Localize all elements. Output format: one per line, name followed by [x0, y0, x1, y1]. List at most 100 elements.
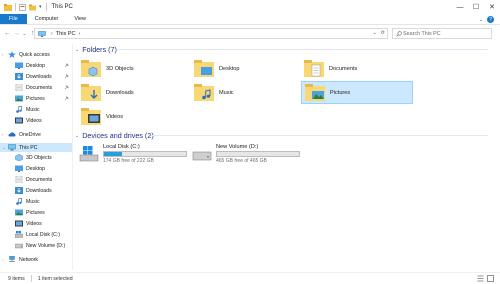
sidebar-item-downloads-pc[interactable]: Downloads: [0, 186, 72, 195]
group-title: Devices and drives (2): [82, 131, 154, 140]
tab-view[interactable]: View: [66, 14, 94, 24]
help-icon[interactable]: ?: [487, 16, 494, 23]
sidebar-item-label: Music: [26, 198, 40, 205]
sidebar-item-this-pc[interactable]: ⌄ This PC: [0, 143, 72, 152]
drive-name: Local Disk (C:): [103, 144, 140, 150]
sidebar-item-local-disk-c[interactable]: Local Disk (C:): [0, 230, 72, 239]
pictures-folder-icon: [15, 209, 23, 216]
sidebar-item-desktop[interactable]: Desktop: [0, 61, 72, 70]
sidebar-item-music-pc[interactable]: Music: [0, 197, 72, 206]
maximize-button[interactable]: ☐: [468, 0, 484, 14]
sidebar-item-3d-objects[interactable]: 3D Objects: [0, 153, 72, 162]
folders-group-header[interactable]: ⌄ Folders (7): [75, 45, 117, 54]
folder-tile-downloads[interactable]: Downloads: [78, 81, 190, 104]
folder-tile-videos[interactable]: Videos: [78, 105, 190, 128]
videos-folder-icon: [81, 107, 101, 125]
sidebar-item-label: Documents: [26, 176, 53, 183]
videos-folder-icon: [15, 117, 23, 124]
sidebar-item-music[interactable]: Music: [0, 105, 72, 114]
sidebar-item-label: This PC: [19, 144, 38, 151]
sidebar-item-desktop-pc[interactable]: Desktop: [0, 164, 72, 173]
music-folder-icon: [194, 83, 214, 101]
new-folder-icon[interactable]: [29, 4, 36, 11]
expand-icon[interactable]: ›: [2, 132, 4, 137]
drive-tile-c[interactable]: Local Disk (C:) 174 GB free of 222 GB: [73, 142, 203, 166]
divider: [151, 135, 488, 136]
folder-tile-music[interactable]: Music: [191, 81, 303, 104]
recent-locations-button[interactable]: ⌄: [21, 28, 28, 39]
tile-label: Pictures: [330, 89, 351, 96]
details-view-icon[interactable]: [477, 275, 484, 282]
sidebar-item-pictures[interactable]: Pictures: [0, 94, 72, 103]
drive-icon: [192, 151, 212, 161]
sidebar-item-onedrive[interactable]: › OneDrive: [0, 130, 72, 139]
address-bar[interactable]: › This PC › ⌄ ⟳: [34, 28, 388, 39]
desktop-folder-icon: [15, 62, 23, 69]
pictures-folder-icon: [15, 95, 23, 102]
downloads-folder-icon: [15, 187, 23, 194]
sidebar-item-label: Network: [19, 256, 39, 263]
drive-usage-bar: [216, 151, 300, 157]
3d-objects-folder-icon: [15, 154, 23, 161]
local-disk-icon: [15, 231, 23, 238]
sidebar-item-pictures-pc[interactable]: Pictures: [0, 208, 72, 217]
network-icon: [9, 256, 15, 262]
sidebar-item-label: Downloads: [26, 73, 52, 80]
breadcrumb[interactable]: This PC: [56, 31, 76, 37]
folder-tile-3d-objects[interactable]: 3D Objects: [78, 57, 190, 80]
drive-free-space: 465 GB free of 465 GB: [216, 158, 267, 164]
sidebar-item-videos[interactable]: Videos: [0, 116, 72, 125]
breadcrumb-chevron[interactable]: ›: [79, 31, 81, 37]
back-button[interactable]: ←: [3, 28, 12, 39]
folder-tile-pictures[interactable]: Pictures: [301, 81, 413, 104]
large-icons-view-icon[interactable]: [487, 275, 494, 282]
tile-label: Music: [219, 89, 234, 96]
music-folder-icon: [16, 198, 22, 205]
divider: [15, 3, 16, 11]
documents-folder-icon: [304, 59, 324, 77]
item-count: 9 items: [8, 275, 25, 282]
sidebar-item-documents-pc[interactable]: Documents: [0, 175, 72, 184]
tab-file[interactable]: File: [0, 14, 27, 24]
expand-icon[interactable]: ›: [2, 52, 4, 57]
properties-icon[interactable]: [19, 3, 26, 11]
sidebar-item-quick-access[interactable]: › Quick access: [0, 50, 72, 59]
sidebar-item-network[interactable]: › Network: [0, 255, 72, 264]
navigation-bar: ← → ⌄ ↑ › This PC › ⌄ ⟳ Search This PC: [0, 26, 500, 41]
pin-icon[interactable]: [64, 85, 69, 90]
music-folder-icon: [16, 106, 22, 113]
folder-tile-documents[interactable]: Documents: [301, 57, 413, 80]
address-history-icon[interactable]: ⌄: [373, 30, 377, 36]
breadcrumb-chevron[interactable]: ›: [51, 31, 53, 37]
collapse-group-icon[interactable]: ⌄: [75, 133, 79, 139]
drive-name: New Volume (D:): [216, 144, 259, 150]
pin-icon[interactable]: [64, 74, 69, 79]
sidebar-item-label: Desktop: [26, 165, 46, 172]
expand-icon[interactable]: ›: [2, 257, 4, 262]
sidebar-item-videos-pc[interactable]: Videos: [0, 219, 72, 228]
refresh-icon[interactable]: ⟳: [381, 30, 385, 36]
sidebar-item-label: Local Disk (C:): [26, 231, 61, 238]
pin-icon[interactable]: [64, 63, 69, 68]
pin-icon[interactable]: [64, 96, 69, 101]
sidebar-item-label: Downloads: [26, 187, 52, 194]
search-input[interactable]: Search This PC: [392, 28, 492, 39]
drive-tile-d[interactable]: New Volume (D:) 465 GB free of 465 GB: [186, 142, 316, 166]
expand-ribbon-icon[interactable]: ⌄: [479, 17, 483, 23]
collapse-icon[interactable]: ⌄: [2, 145, 6, 151]
sidebar-item-documents[interactable]: Documents: [0, 83, 72, 92]
minimize-button[interactable]: —: [452, 0, 468, 14]
collapse-group-icon[interactable]: ⌄: [75, 47, 79, 53]
sidebar-item-downloads[interactable]: Downloads: [0, 72, 72, 81]
sidebar-item-new-volume-d[interactable]: New Volume (D:): [0, 241, 72, 250]
customize-qat-icon[interactable]: ▾: [39, 4, 42, 10]
documents-folder-icon: [15, 176, 23, 183]
tab-computer[interactable]: Computer: [27, 14, 67, 24]
close-button[interactable]: ✕: [484, 0, 500, 14]
sidebar-item-label: Quick access: [19, 51, 50, 58]
divider: [45, 3, 47, 11]
forward-button[interactable]: →: [12, 28, 21, 39]
folder-tile-desktop[interactable]: Desktop: [191, 57, 303, 80]
drives-group-header[interactable]: ⌄ Devices and drives (2): [75, 131, 154, 140]
navigation-pane: › Quick access Desktop Downloads Documen…: [0, 44, 72, 270]
